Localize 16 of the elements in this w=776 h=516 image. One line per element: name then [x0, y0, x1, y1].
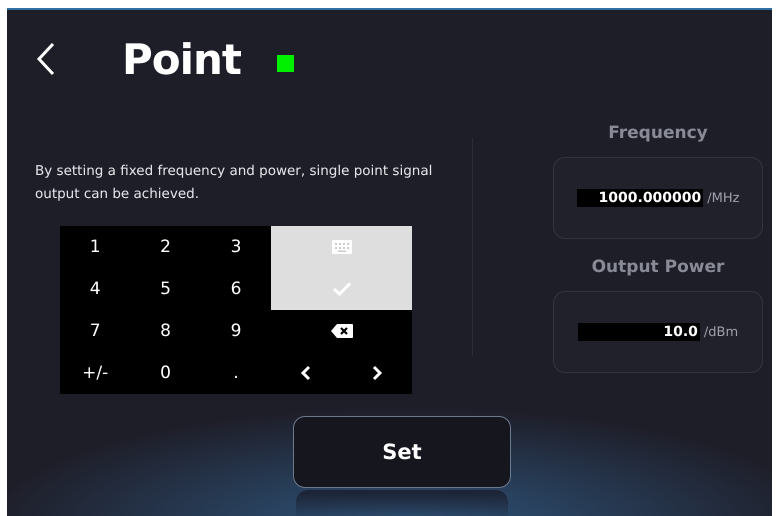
description-text: By setting a fixed frequency and power, single point signal output can be achieved. [35, 162, 434, 204]
keyboard-icon [332, 240, 352, 254]
field-label: Output Power [592, 257, 724, 277]
unit-label: /MHz [707, 190, 740, 206]
page-title: Point [122, 34, 242, 84]
set-button[interactable]: Set [293, 416, 511, 488]
value-field[interactable]: 1000.000000 [576, 189, 704, 207]
chevron-left-icon [301, 365, 312, 381]
checkmark-icon [332, 282, 351, 296]
back-icon[interactable] [36, 42, 56, 76]
backspace-icon [330, 324, 353, 338]
value-field[interactable]: 10.0 [578, 323, 700, 341]
field-label: Frequency [608, 123, 708, 143]
unit-label: /dBm [704, 324, 738, 340]
chevron-right-icon [372, 365, 382, 381]
keyboard-key[interactable] [271, 226, 412, 268]
